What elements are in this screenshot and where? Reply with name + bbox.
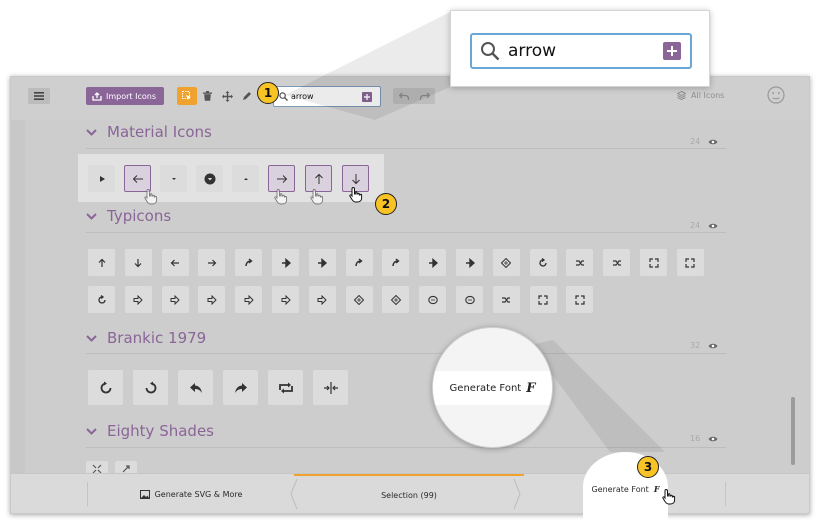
- hand-cursor-icon: [662, 488, 676, 505]
- step-badge-1: 1: [257, 82, 279, 104]
- hand-cursor-icon: [310, 189, 324, 205]
- font-f-icon: F: [653, 484, 660, 494]
- zoomed-search-box: [470, 33, 692, 69]
- search-icon: [481, 42, 500, 61]
- generate-font-button[interactable]: Generate Font F: [583, 474, 668, 504]
- step-badge-3: 3: [637, 456, 659, 478]
- generate-font-label: Generate Font: [591, 484, 649, 494]
- hand-cursor-icon: [144, 189, 158, 205]
- hand-cursor-icon: [274, 189, 288, 205]
- font-f-icon: F: [526, 380, 536, 396]
- plus-icon: [667, 46, 677, 56]
- zoomed-plus-button: [663, 42, 681, 60]
- zoomed-font-label: Generate Font: [449, 382, 522, 394]
- step-badge-2: 2: [375, 193, 397, 215]
- search-zoom-callout: [450, 10, 710, 87]
- hand-cursor-icon: [349, 186, 363, 203]
- zoomed-search-input: [508, 41, 648, 61]
- zoomed-font-button: Generate Font F: [433, 371, 552, 405]
- font-zoom-callout: Generate Font F: [432, 327, 553, 448]
